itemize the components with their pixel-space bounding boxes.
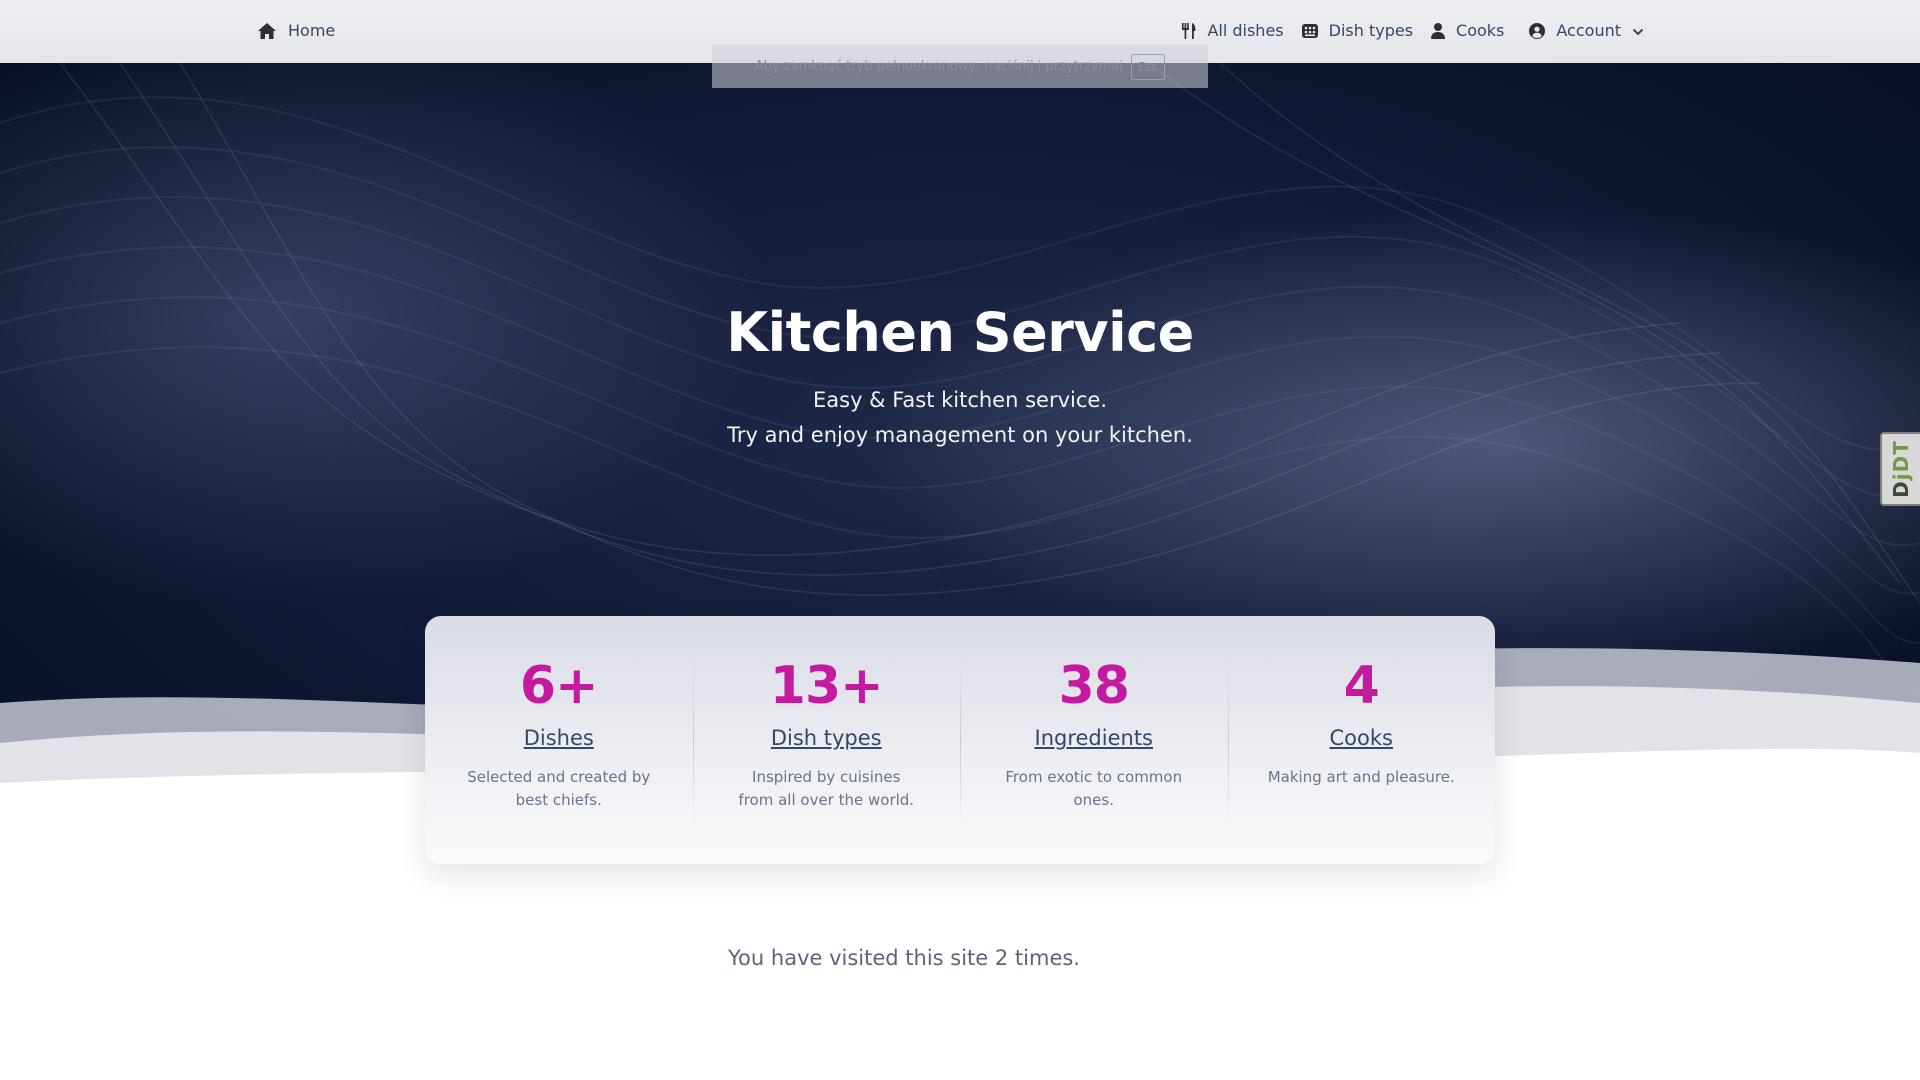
nav-home-link[interactable]: Home: [258, 0, 335, 61]
grid-dots-icon: [1301, 23, 1318, 38]
user-circle-icon: [1529, 22, 1546, 39]
django-debug-toolbar-handle[interactable]: DjDT: [1880, 432, 1920, 506]
stat-description: Inspired by cuisines from all over the w…: [738, 768, 915, 809]
stat-value: 13+: [769, 656, 884, 716]
stat-description: Selected and created by best chiefs.: [467, 768, 651, 809]
nav-dish-types-label: Dish types: [1328, 21, 1414, 40]
stat-link-dishes[interactable]: Dishes: [425, 726, 693, 750]
nav-right-group: All dishes Dish types Cooks Account: [1182, 0, 1644, 61]
nav-account-dropdown[interactable]: Account: [1529, 21, 1644, 40]
nav-all-dishes[interactable]: All dishes: [1182, 21, 1284, 40]
stat-description: From exotic to common ones.: [1005, 768, 1183, 809]
stat-dish-types: 13+ Dish types Inspired by cuisines from…: [692, 616, 961, 864]
stat-ingredients: 38 Ingredients From exotic to common one…: [960, 616, 1228, 864]
nav-account-label: Account: [1556, 21, 1621, 40]
stats-card: 6+ Dishes Selected and created by best c…: [425, 616, 1495, 864]
fullscreen-exit-notice: Aby zamknąć tryb pełnoekranowy, naciśnij…: [712, 45, 1208, 88]
stat-link-dish-types[interactable]: Dish types: [693, 726, 961, 750]
esc-key-hint: Esc: [1130, 53, 1166, 80]
user-icon: [1431, 22, 1446, 39]
visit-counter-text: You have visited this site 2 times.: [728, 946, 1080, 970]
nav-all-dishes-label: All dishes: [1207, 21, 1284, 40]
nav-cooks[interactable]: Cooks: [1431, 21, 1504, 40]
stat-link-ingredients[interactable]: Ingredients: [960, 726, 1228, 750]
stat-cooks: 4 Cooks Making art and pleasure.: [1227, 616, 1496, 864]
hero-subtitle-line1: Easy & Fast kitchen service.: [813, 388, 1107, 412]
hero-subtitle-line2: Try and enjoy management on your kitchen…: [727, 423, 1193, 447]
fullscreen-notice-text: Aby zamknąć tryb pełnoekranowy, naciśnij…: [754, 59, 1123, 74]
nav-cooks-label: Cooks: [1456, 21, 1505, 40]
stat-value: 6+: [519, 656, 599, 716]
hero-title: Kitchen Service: [726, 301, 1194, 364]
nav-dish-types[interactable]: Dish types: [1301, 21, 1414, 40]
home-icon: [258, 22, 276, 39]
stat-dishes: 6+ Dishes Selected and created by best c…: [425, 616, 693, 864]
stat-value: 4: [1343, 656, 1380, 716]
utensils-icon: [1182, 22, 1196, 39]
chevron-down-icon: [1632, 21, 1644, 40]
djdt-label: DjDT: [1889, 440, 1913, 498]
nav-home-label: Home: [288, 21, 336, 40]
stat-link-cooks[interactable]: Cooks: [1228, 726, 1496, 750]
stat-description: Making art and pleasure.: [1267, 768, 1455, 786]
stat-value: 38: [1058, 656, 1130, 716]
